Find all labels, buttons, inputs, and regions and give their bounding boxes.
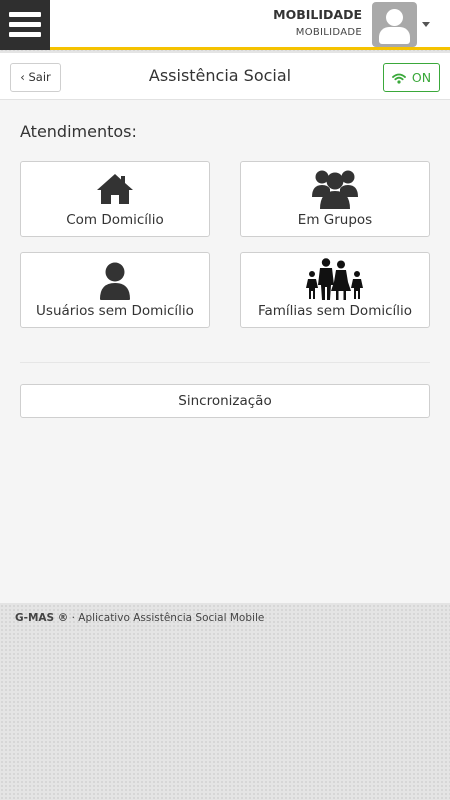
tile-label: Em Grupos — [297, 212, 373, 228]
tile-familias-sem-domicilio[interactable]: Famílias sem Domicílio — [240, 252, 430, 328]
menu-line — [9, 22, 41, 27]
family-icon — [241, 258, 429, 304]
section-title: Atendimentos: — [20, 122, 137, 141]
menu-line — [9, 12, 41, 17]
tile-label: Famílias sem Domicílio — [257, 303, 413, 319]
footer-brand: G-MAS ® — [15, 612, 69, 624]
avatar[interactable] — [372, 2, 417, 47]
menu-line — [9, 32, 41, 37]
user-subtitle: MOBILIDADE — [295, 27, 362, 38]
wifi-icon — [392, 73, 406, 84]
tile-label: Com Domicílio — [66, 212, 164, 228]
tile-com-domicilio[interactable]: Com Domicílio — [20, 161, 210, 237]
chevron-left-icon: ‹ — [20, 70, 25, 84]
user-icon — [21, 262, 209, 304]
main-panel: ‹ Sair Assistência Social ON Atendimento… — [0, 53, 450, 603]
back-button[interactable]: ‹ Sair — [10, 63, 61, 92]
top-bar: MOBILIDADE MOBILIDADE — [0, 0, 450, 50]
status-label: ON — [411, 70, 432, 85]
chevron-down-icon[interactable] — [422, 22, 430, 27]
tile-em-grupos[interactable]: Em Grupos — [240, 161, 430, 237]
hamburger-menu-button[interactable] — [0, 0, 50, 50]
footer-text: · Aplicativo Assistência Social Mobile — [71, 612, 265, 624]
footer: G-MAS ® · Aplicativo Assistência Social … — [15, 612, 264, 624]
divider — [20, 362, 430, 363]
avatar-head — [386, 9, 403, 26]
back-button-label: Sair — [28, 70, 51, 84]
group-icon — [241, 167, 429, 213]
sync-button[interactable]: Sincronização — [20, 384, 430, 418]
page-header: ‹ Sair Assistência Social ON — [0, 53, 450, 100]
connection-status-button[interactable]: ON — [383, 63, 440, 92]
page-title: Assistência Social — [148, 66, 292, 85]
avatar-body — [379, 27, 410, 44]
user-name: MOBILIDADE — [273, 7, 362, 22]
tile-label: Usuários sem Domicílio — [36, 303, 194, 319]
tile-usuarios-sem-domicilio[interactable]: Usuários sem Domicílio — [20, 252, 210, 328]
house-icon — [21, 172, 209, 210]
